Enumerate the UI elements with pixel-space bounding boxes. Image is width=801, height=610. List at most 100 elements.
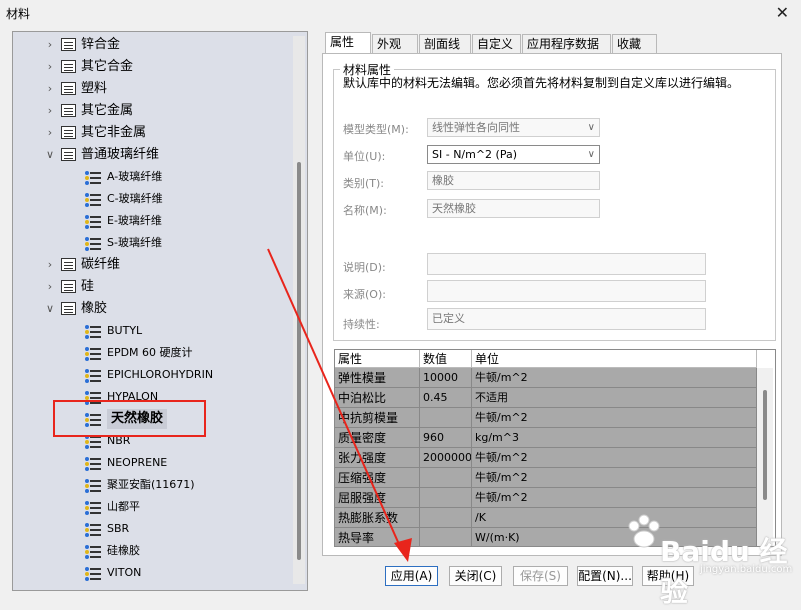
column-header[interactable]: 单位 (472, 350, 757, 368)
property-unit-cell[interactable]: kg/m^3 (472, 428, 757, 448)
close-icon[interactable]: ✕ (776, 3, 789, 22)
property-name-cell[interactable]: 张力强度 (335, 448, 420, 468)
tab-2[interactable]: 剖面线 (419, 34, 471, 53)
material-icon-dot (85, 457, 89, 461)
collapse-chevron-icon[interactable]: ∨ (43, 145, 57, 165)
material-icon-dot (85, 330, 89, 334)
material-icon-bar (90, 424, 101, 426)
material-icon-bar (90, 199, 101, 201)
material-icon-bar (90, 490, 101, 492)
model-type-value: 线性弹性各向同性 (432, 121, 520, 134)
material-icon-dot (85, 572, 89, 576)
material-icon-bar (90, 221, 101, 223)
material-icon-dot (85, 511, 89, 515)
library-folder-icon (61, 126, 76, 139)
apply-button[interactable]: 应用(A) (385, 566, 438, 586)
property-name-cell[interactable]: 中抗剪模量 (335, 408, 420, 428)
watermark: Baidu 经验 jingyan.baidu.com (624, 512, 794, 608)
library-folder-icon (61, 280, 76, 293)
paw-logo-icon (628, 514, 660, 548)
property-unit-cell[interactable]: 牛顿/m^2 (472, 368, 757, 388)
model-type-select: 线性弹性各向同性 ∨ (427, 118, 600, 137)
property-value-cell[interactable] (420, 508, 472, 528)
material-icon-dot (85, 567, 89, 571)
expand-chevron-icon[interactable]: › (43, 57, 57, 77)
expand-chevron-icon[interactable]: › (43, 35, 57, 55)
property-name-cell[interactable]: 弹性模量 (335, 368, 420, 388)
tree-folder-label: 其它合金 (81, 59, 134, 74)
property-unit-cell[interactable]: 牛顿/m^2 (472, 408, 757, 428)
material-icon-bar (90, 326, 101, 328)
tree-scrollbar-thumb[interactable] (297, 162, 301, 560)
tree-folder-label: 锌合金 (81, 37, 121, 52)
material-icon-bar (90, 182, 101, 184)
tree-material-label: NEOPRENE (107, 456, 168, 469)
material-icon-dot (85, 413, 89, 417)
expand-chevron-icon[interactable]: › (43, 101, 57, 121)
tab-4[interactable]: 应用程序数据 (522, 34, 611, 53)
expand-chevron-icon[interactable]: › (43, 79, 57, 99)
property-name-cell[interactable]: 中泊松比 (335, 388, 420, 408)
sustainability-field: 已定义 (427, 308, 706, 330)
save-button[interactable]: 保存(S) (513, 566, 568, 586)
tab-0[interactable]: 属性 (325, 32, 371, 54)
tree-material-label: S-玻璃纤维 (107, 236, 162, 249)
property-unit-cell[interactable]: 牛顿/m^2 (472, 468, 757, 488)
material-tree[interactable]: › 锌合金 › 其它合金 › 塑料 › 其它金属 › 其它非金属 ∨ 普通玻璃纤维 A-玻璃纤维 C-玻璃… (12, 31, 308, 591)
material-icon-dot (85, 352, 89, 356)
property-value-cell[interactable] (420, 528, 472, 546)
property-value-cell[interactable]: 0.45 (420, 388, 472, 408)
tree-folder-label: 橡胶 (81, 301, 108, 316)
property-name-cell[interactable]: 压缩强度 (335, 468, 420, 488)
material-icon-bar (90, 331, 101, 333)
tree-folder-label: 其它非金属 (81, 125, 147, 140)
expand-chevron-icon[interactable]: › (43, 255, 57, 275)
sustainability-label: 持续性: (343, 318, 380, 331)
material-icon-dot (85, 484, 89, 488)
property-value-cell[interactable]: 960 (420, 428, 472, 448)
property-name-cell[interactable]: 质量密度 (335, 428, 420, 448)
tree-folder-label: 塑料 (81, 81, 108, 96)
material-icon-dot (85, 347, 89, 351)
property-value-cell[interactable] (420, 468, 472, 488)
unit-select[interactable]: SI - N/m^2 (Pa) ∨ (427, 145, 600, 164)
property-value-cell[interactable] (420, 408, 472, 428)
property-name-cell[interactable]: 热导率 (335, 528, 420, 546)
material-icon (85, 565, 101, 581)
category-label: 类别(T): (343, 177, 385, 190)
tab-3[interactable]: 自定义 (472, 34, 521, 53)
material-icon-dot (85, 247, 89, 251)
table-scrollbar-thumb[interactable] (763, 390, 767, 500)
tab-1[interactable]: 外观 (372, 34, 418, 53)
material-icon-bar (90, 502, 101, 504)
property-unit-cell[interactable]: 牛顿/m^2 (472, 448, 757, 468)
property-value-cell[interactable] (420, 488, 472, 508)
material-icon-bar (90, 353, 101, 355)
material-icon-dot (85, 440, 89, 444)
material-icon-dot (85, 325, 89, 329)
material-icon-dot (85, 396, 89, 400)
material-icon-bar (90, 194, 101, 196)
material-icon-dot (85, 215, 89, 219)
tree-material-label: 山都平 (107, 500, 140, 513)
material-icon-dot (85, 203, 89, 207)
property-value-cell[interactable]: 10000 (420, 368, 472, 388)
tab-5[interactable]: 收藏 (612, 34, 657, 53)
collapse-chevron-icon[interactable]: ∨ (43, 299, 57, 319)
property-name-cell[interactable]: 热膨胀系数 (335, 508, 420, 528)
close-button[interactable]: 关闭(C) (449, 566, 502, 586)
property-unit-cell[interactable]: 不适用 (472, 388, 757, 408)
window-title: 材料 (6, 7, 31, 21)
property-value-cell[interactable]: 20000000 (420, 448, 472, 468)
material-icon (85, 455, 101, 471)
tree-scrollbar[interactable] (293, 36, 305, 584)
material-icon-bar (90, 551, 101, 553)
material-icon-dot (85, 176, 89, 180)
column-header[interactable]: 属性 (335, 350, 420, 368)
property-unit-cell[interactable]: 牛顿/m^2 (472, 488, 757, 508)
expand-chevron-icon[interactable]: › (43, 123, 57, 143)
property-name-cell[interactable]: 屈服强度 (335, 488, 420, 508)
material-icon-bar (90, 446, 101, 448)
expand-chevron-icon[interactable]: › (43, 277, 57, 297)
column-header[interactable]: 数值 (420, 350, 472, 368)
